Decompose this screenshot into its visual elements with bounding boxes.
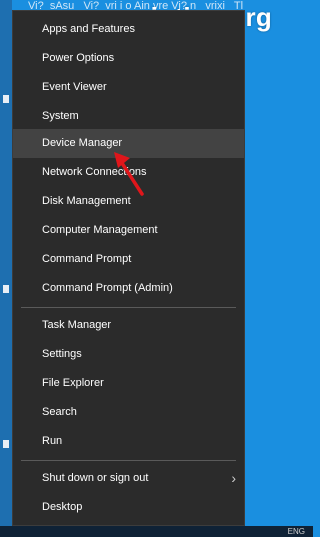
menu-item-search[interactable]: Search [13, 398, 244, 427]
menu-item-shut-down-or-sign-out[interactable]: Shut down or sign out › [13, 464, 244, 493]
menu-item-system[interactable]: System [13, 102, 244, 131]
menu-item-settings[interactable]: Settings [13, 340, 244, 369]
taskbar: ENG [0, 526, 313, 537]
menu-item-run[interactable]: Run [13, 427, 244, 456]
desktop-icon-fragment [3, 440, 9, 448]
menu-item-label: Shut down or sign out [42, 472, 149, 484]
desktop-icon-fragment [3, 95, 9, 103]
menu-separator [21, 307, 236, 308]
menu-item-apps-and-features[interactable]: Apps and Features [13, 15, 244, 44]
menu-item-command-prompt-admin[interactable]: Command Prompt (Admin) [13, 274, 244, 303]
desktop-icon-fragment [3, 285, 9, 293]
menu-item-task-manager[interactable]: Task Manager [13, 311, 244, 340]
menu-item-file-explorer[interactable]: File Explorer [13, 369, 244, 398]
winx-context-menu: Apps and Features Power Options Event Vi… [12, 10, 245, 526]
menu-item-event-viewer[interactable]: Event Viewer [13, 73, 244, 102]
menu-item-desktop[interactable]: Desktop [13, 493, 244, 522]
menu-item-command-prompt[interactable]: Command Prompt [13, 245, 244, 274]
taskbar-tray-text: ENG [287, 527, 305, 536]
chevron-right-icon: › [231, 470, 236, 486]
red-arrow-annotation [114, 152, 144, 196]
menu-item-computer-management[interactable]: Computer Management [13, 216, 244, 245]
menu-separator [21, 460, 236, 461]
menu-item-power-options[interactable]: Power Options [13, 44, 244, 73]
desktop-left-strip [0, 0, 12, 537]
